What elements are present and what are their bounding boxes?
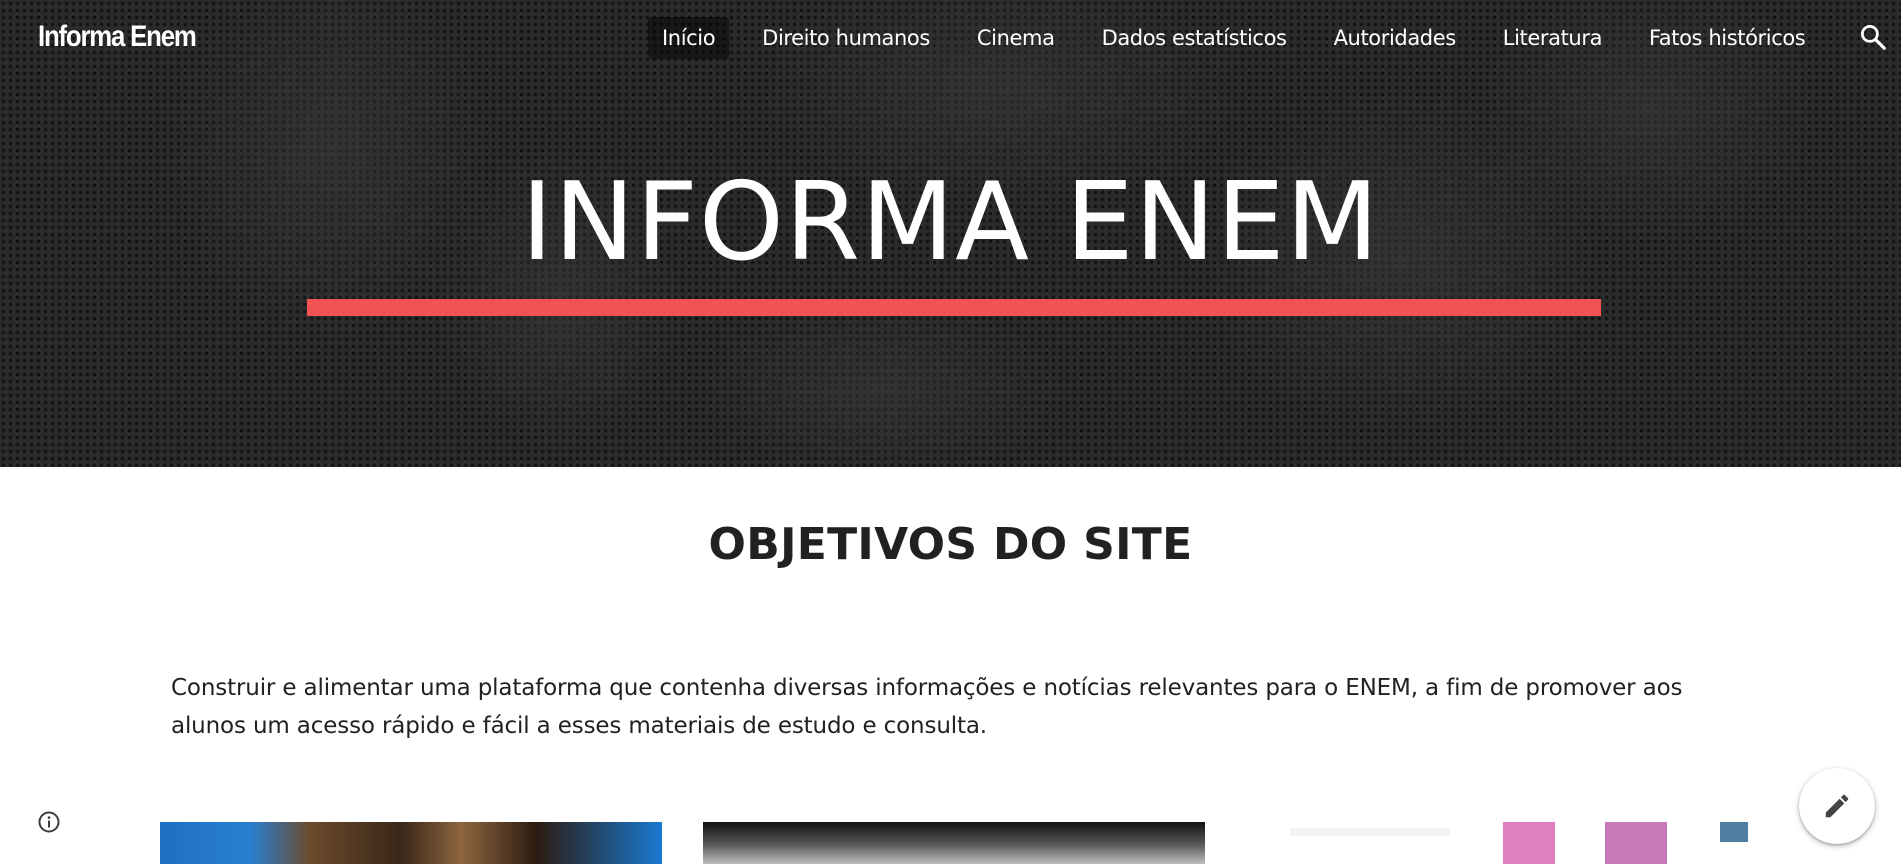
image-card-products[interactable] [1270,822,1748,864]
nav-item-dados-estatisticos[interactable]: Dados estatísticos [1088,17,1301,59]
pencil-icon [1825,794,1849,818]
nav-item-direito-humanos[interactable]: Direito humanos [748,17,944,59]
objectives-paragraph: Construir e alimentar uma plataforma que… [171,675,1683,739]
image-detail [1290,828,1450,836]
image-detail [1605,822,1667,864]
image-card-monochrome[interactable] [703,822,1205,864]
hero-accent-divider [307,299,1601,316]
nav-item-inicio[interactable]: Início [648,17,730,59]
nav-item-literatura[interactable]: Literatura [1489,17,1616,59]
hero-banner: Informa Enem Início Direito humanos Cine… [0,0,1901,467]
image-card-hands[interactable] [160,822,662,864]
image-detail [1720,822,1748,842]
site-title[interactable]: Informa Enem [38,20,197,54]
info-icon[interactable] [37,810,61,834]
edit-button[interactable] [1799,768,1875,844]
image-detail [1503,822,1555,864]
section-heading: OBJETIVOS DO SITE [708,519,1193,570]
top-navigation: Informa Enem Início Direito humanos Cine… [0,0,1901,76]
search-icon[interactable] [1858,22,1888,52]
hero-title: INFORMA ENEM [521,160,1380,285]
nav-item-cinema[interactable]: Cinema [963,17,1069,59]
nav-menu: Início Direito humanos Cinema Dados esta… [648,17,1838,59]
nav-item-autoridades[interactable]: Autoridades [1320,17,1470,59]
nav-item-fatos-historicos[interactable]: Fatos históricos [1635,17,1819,59]
